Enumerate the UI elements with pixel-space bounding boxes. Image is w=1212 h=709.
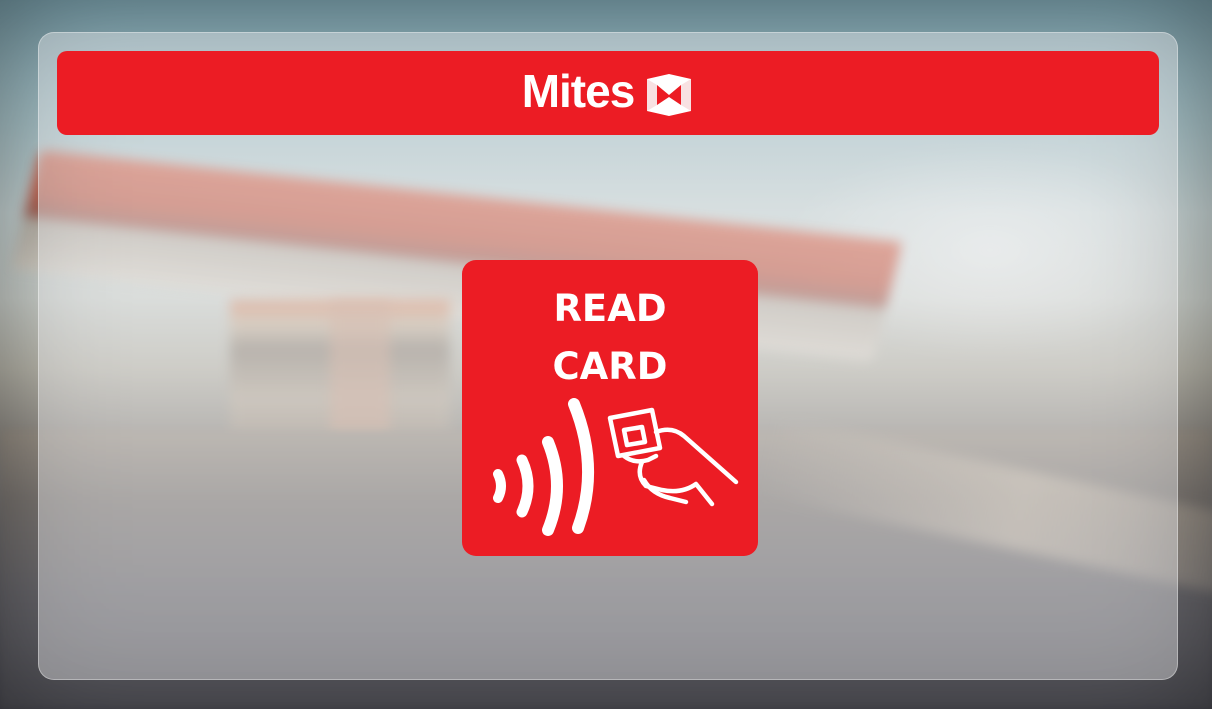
- contactless-card-tap-icon: [493, 398, 739, 536]
- read-card-label: READ CARD: [552, 287, 668, 388]
- brand-logo: Mites: [521, 65, 695, 117]
- mites-logo-icon: [644, 73, 694, 117]
- brand-name: Mites: [521, 65, 636, 117]
- brand-header: Mites: [57, 51, 1159, 135]
- read-card-button[interactable]: READ CARD: [462, 260, 758, 556]
